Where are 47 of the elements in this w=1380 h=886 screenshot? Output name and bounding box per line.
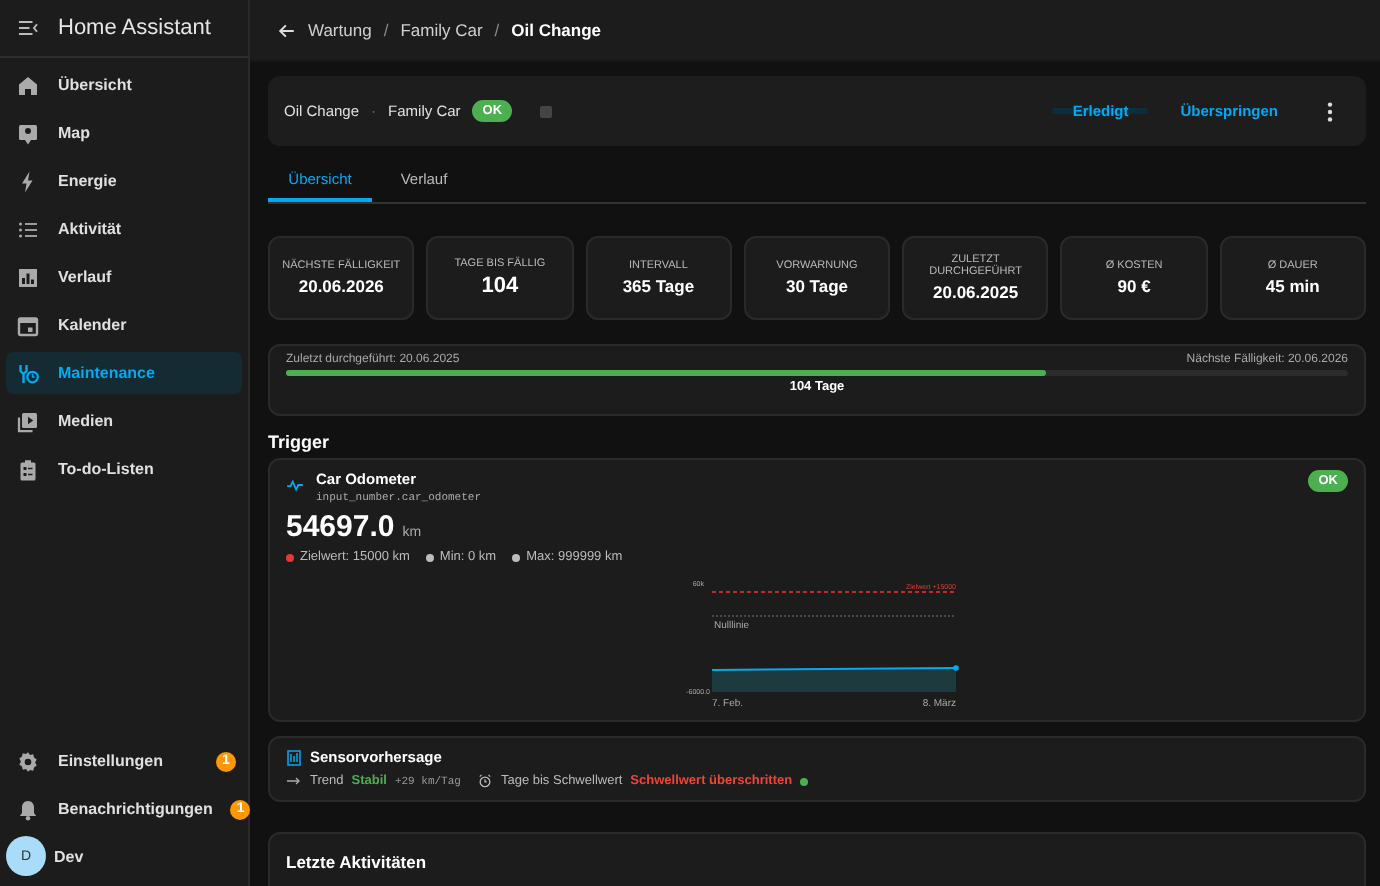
data-point xyxy=(952,665,958,671)
sidebar-item[interactable]: Medien xyxy=(6,400,242,442)
breadcrumb-separator: / xyxy=(383,20,389,40)
calendar-icon xyxy=(16,313,40,337)
sidebar-item[interactable]: Map xyxy=(6,112,242,154)
media-icon xyxy=(16,409,40,433)
bar-chart-icon xyxy=(16,265,40,289)
arrow-icon xyxy=(286,776,302,786)
chart-icon xyxy=(286,749,302,765)
wrench-clock-icon xyxy=(16,361,40,385)
sidebar-item[interactable]: Übersicht xyxy=(6,64,242,106)
menu-icon[interactable] xyxy=(16,16,40,40)
stat-value: 365 Tage xyxy=(622,276,695,297)
sidebar-item[interactable]: Kalender xyxy=(6,304,242,346)
back-arrow-icon[interactable] xyxy=(278,21,296,39)
pulse-icon xyxy=(286,476,304,494)
sidebar-label: Einstellungen xyxy=(58,752,163,770)
card-title: Letzte Aktivitäten xyxy=(286,852,427,872)
app-title: Home Assistant xyxy=(58,16,211,40)
more-options-icon[interactable] xyxy=(1326,101,1334,121)
sidebar-item[interactable]: Aktivität xyxy=(6,208,242,250)
settings-icon xyxy=(16,749,40,773)
stat-value: 20.06.2026 xyxy=(298,276,384,297)
square-icon xyxy=(540,105,553,117)
sidebar-label: Benachrichtigungen xyxy=(58,800,213,818)
sidebar-item[interactable]: Energie xyxy=(6,160,242,202)
breadcrumb-separator: / xyxy=(494,20,500,40)
clipboard-icon xyxy=(16,457,40,481)
breadcrumb-link[interactable]: Family Car xyxy=(400,20,483,40)
bell-icon xyxy=(16,797,40,821)
alarm-clock-icon xyxy=(478,774,493,788)
stat-value: 90 € xyxy=(1117,276,1151,297)
map-pin-icon xyxy=(16,121,40,145)
sidebar-item[interactable]: Maintenance xyxy=(6,352,242,394)
user-name: Dev xyxy=(54,847,84,865)
sidebar-item[interactable]: To-do-Listen xyxy=(6,448,242,490)
house-icon xyxy=(16,73,40,97)
stat-value: 20.06.2025 xyxy=(933,282,1019,303)
sensor-value: 54697.0 xyxy=(286,510,395,544)
stat-value: 104 xyxy=(481,274,519,299)
section-heading: Trigger xyxy=(268,432,332,452)
list-icon xyxy=(16,217,40,241)
breadcrumb-link[interactable]: Wartung xyxy=(308,20,372,40)
breadcrumb-current: Oil Change xyxy=(511,20,602,40)
stat-value: 45 min xyxy=(1265,276,1320,297)
sidebar-item[interactable]: Verlauf xyxy=(6,256,242,298)
stat-value: 30 Tage xyxy=(785,276,848,297)
